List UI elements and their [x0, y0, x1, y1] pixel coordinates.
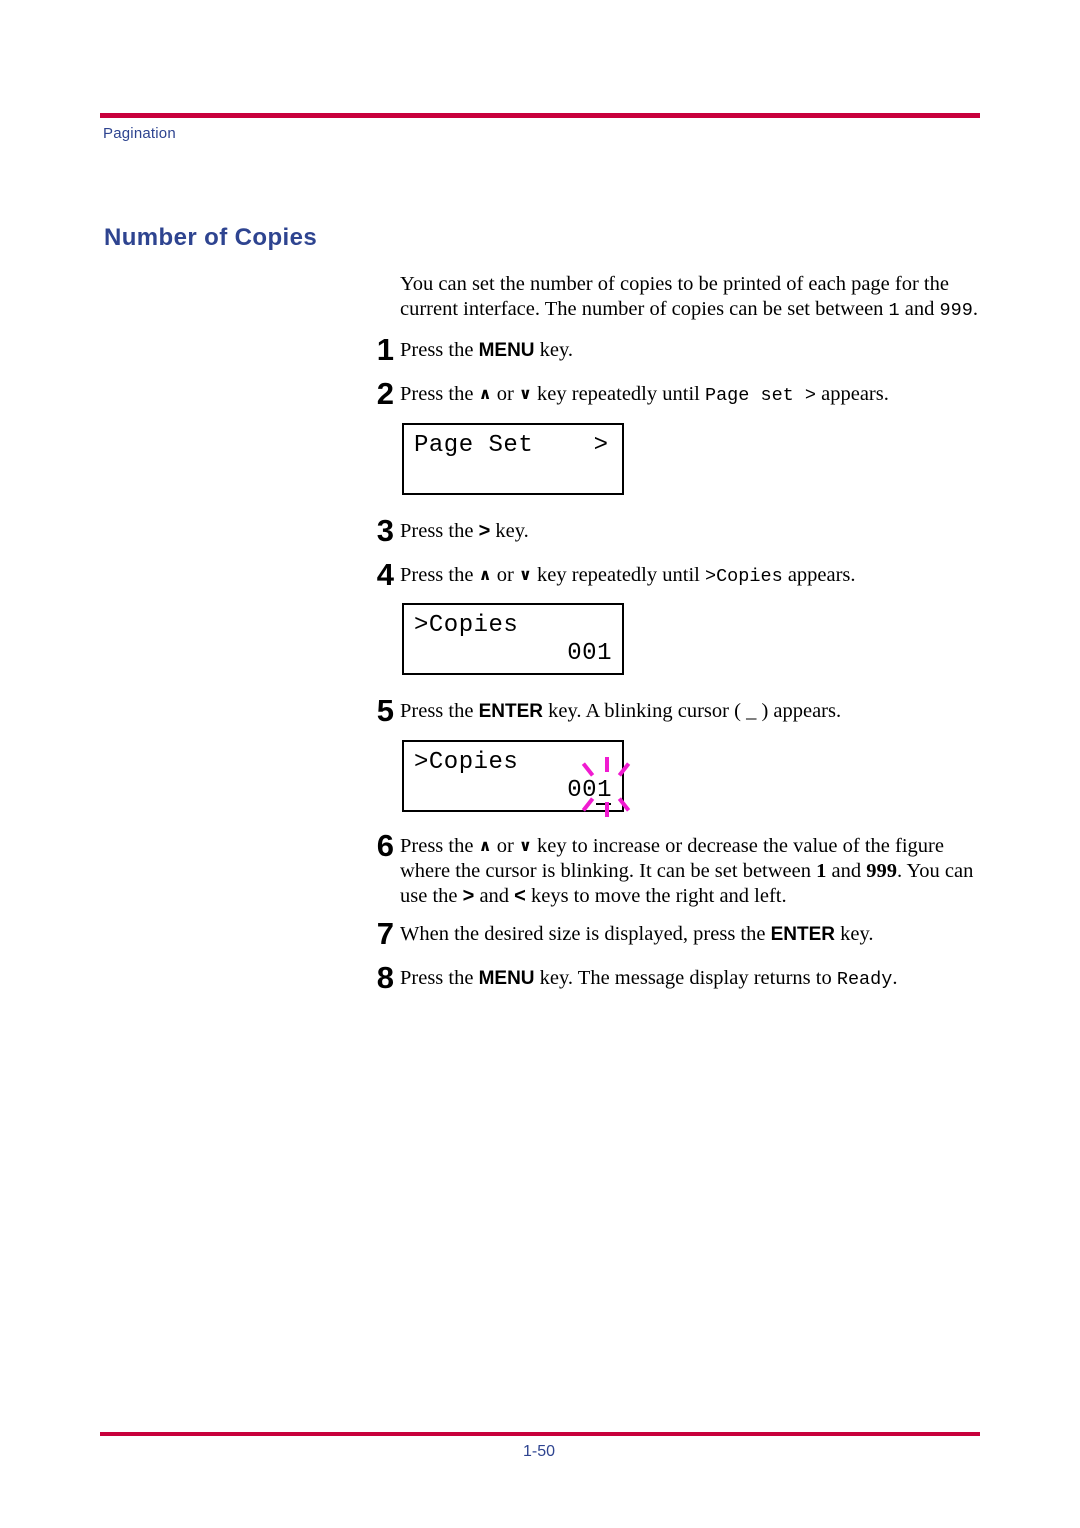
display-text: Ready	[836, 969, 893, 990]
lcd-line1-right-arrow: >	[593, 432, 608, 459]
step-number: 7	[376, 916, 394, 951]
step-text-pre: Press the	[400, 700, 479, 722]
intro-text-part1: You can set the number of copies to be p…	[400, 273, 949, 320]
document-page: Pagination Number of Copies You can set …	[0, 0, 1080, 1528]
step-number: 8	[376, 960, 394, 995]
step-text-pre: Press the	[400, 383, 479, 405]
intro-min-value: 1	[888, 300, 900, 321]
step-text-post: key.	[534, 339, 574, 361]
arrow-up-icon: ∧	[478, 384, 492, 403]
step-text-pre: Press the	[400, 339, 479, 361]
lcd-blinking-digit-value: 1	[597, 777, 612, 804]
key-name-right: >	[478, 520, 491, 542]
step-text-post: key.	[835, 923, 874, 945]
intro-text-part2: and	[899, 298, 940, 320]
lcd-panel-copies-value: >Copies 001	[402, 603, 624, 675]
intro-text-part3: .	[972, 298, 978, 320]
lcd-blinking-digit: 1	[596, 776, 612, 806]
step-text-pre: When the desired size is displayed, pres…	[400, 923, 771, 945]
step-text: Press the ENTER key. A blinking cursor (…	[400, 699, 978, 724]
step-text-pre: Press the	[400, 564, 479, 586]
step-number: 4	[376, 557, 394, 592]
arrow-down-icon: ∨	[518, 384, 532, 403]
key-name-right: >	[462, 885, 475, 907]
step-number: 1	[376, 332, 394, 367]
step-text-post: key repeatedly until	[531, 383, 705, 405]
lcd-line2-blinking-value: 001	[567, 776, 612, 806]
step-text-mid: or	[491, 564, 519, 586]
step-text-tail: appears.	[816, 383, 889, 405]
header-rule	[100, 113, 980, 118]
footer-rule	[100, 1432, 980, 1436]
range-min-value: 1	[816, 860, 827, 882]
step-text-mid: or	[491, 383, 519, 405]
lcd-panel-copies-blinking: >Copies 001	[402, 740, 624, 812]
running-head: Pagination	[103, 125, 176, 142]
step-text-tail: .	[892, 967, 898, 989]
step-text-tail: appears.	[782, 564, 856, 586]
step-text-post: key repeatedly until	[531, 564, 705, 586]
step-text: When the desired size is displayed, pres…	[400, 922, 978, 947]
step-number: 6	[376, 828, 394, 863]
step-text-between: and	[826, 860, 867, 882]
step-text-post: key.	[490, 520, 529, 542]
cursor-glyph-icon: _	[746, 700, 757, 722]
step-text-end: keys to move the right and left.	[525, 885, 787, 907]
display-text: Page set >	[704, 385, 816, 406]
step-number: 5	[376, 693, 394, 728]
lcd-line1-left: >Copies	[414, 749, 519, 776]
lcd-line2-value: 001	[567, 640, 612, 667]
arrow-down-icon: ∨	[518, 836, 532, 855]
page-title: Number of Copies	[104, 224, 318, 251]
step-text-and: and	[474, 885, 515, 907]
step-text: Press the ∧ or ∨ key to increase or decr…	[400, 834, 978, 909]
step-number: 3	[376, 513, 394, 548]
step-number: 2	[376, 376, 394, 411]
lcd-panel-page-set: Page Set >	[402, 423, 624, 495]
step-text: Press the ∧ or ∨ key repeatedly until Pa…	[400, 382, 978, 408]
range-max-value: 999	[866, 860, 897, 882]
page-number: 1-50	[522, 1443, 556, 1460]
step-text: Press the > key.	[400, 519, 978, 544]
arrow-up-icon: ∧	[478, 836, 492, 855]
step-text-pre: Press the	[400, 835, 479, 857]
arrow-down-icon: ∨	[518, 565, 532, 584]
key-name-menu: MENU	[478, 340, 535, 361]
step-text-pre: Press the	[400, 520, 479, 542]
cursor-underline-icon	[596, 803, 612, 805]
lcd-value-prefix: 00	[567, 777, 598, 804]
key-name-menu: MENU	[478, 968, 535, 989]
step-text: Press the MENU key. The message display …	[400, 966, 978, 992]
intro-paragraph: You can set the number of copies to be p…	[400, 272, 978, 323]
key-name-enter: ENTER	[770, 924, 836, 945]
arrow-up-icon: ∧	[478, 565, 492, 584]
display-text: >Copies	[704, 566, 783, 587]
key-name-enter: ENTER	[478, 701, 543, 722]
step-text-mid: or	[491, 835, 519, 857]
intro-max-value: 999	[939, 300, 973, 321]
step-text-post: key. The message display returns to	[534, 967, 837, 989]
step-text: Press the ∧ or ∨ key repeatedly until >C…	[400, 563, 978, 589]
step-text: Press the MENU key.	[400, 338, 978, 363]
step-text-post: key. A blinking cursor (	[542, 700, 747, 722]
step-text-tail: ) appears.	[756, 700, 842, 722]
step-text-pre: Press the	[400, 967, 479, 989]
key-name-left: <	[514, 885, 526, 907]
lcd-line1-left: Page Set	[414, 432, 534, 459]
lcd-line1-left: >Copies	[414, 612, 519, 639]
